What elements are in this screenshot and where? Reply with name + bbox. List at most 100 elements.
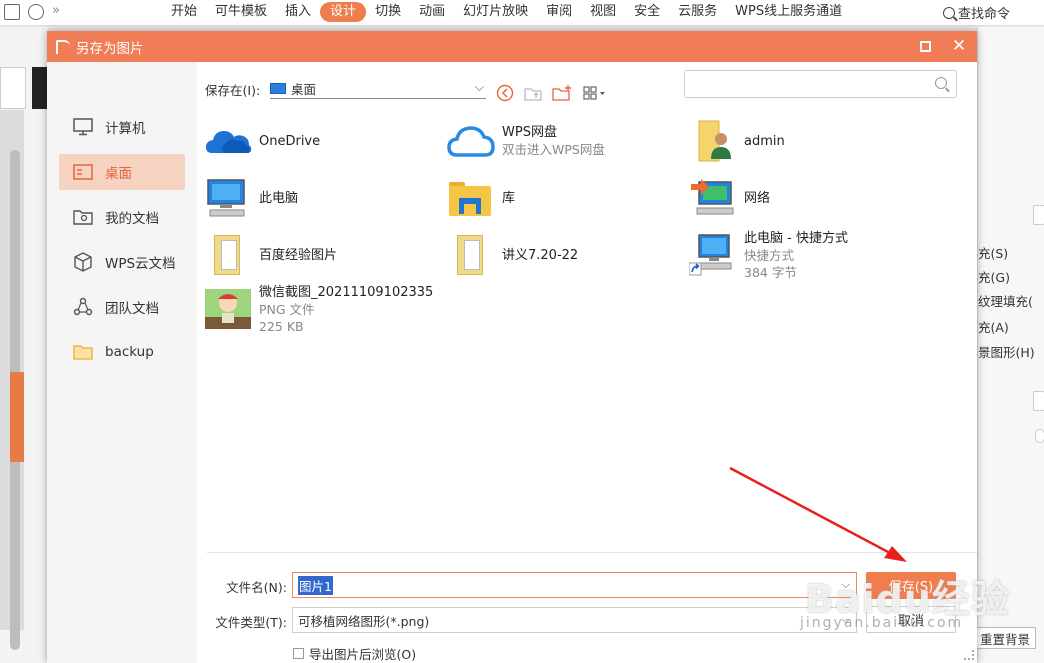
menu-transitions[interactable]: 切换	[366, 2, 410, 22]
menu-animations[interactable]: 动画	[410, 2, 454, 22]
filetype-value: 可移植网络图形(*.png)	[298, 613, 430, 629]
menu-security[interactable]: 安全	[625, 2, 669, 22]
image-thumbnail-icon	[204, 287, 252, 331]
list-item[interactable]: 微信截图_20211109102335 PNG 文件 225 KB	[204, 284, 434, 334]
up-folder-icon[interactable]	[524, 84, 542, 101]
sidebar-item-label: 团队文档	[105, 301, 159, 317]
list-item[interactable]: 网络	[689, 174, 770, 222]
view-mode-icon[interactable]	[583, 84, 609, 100]
menu-templates[interactable]: 可牛模板	[206, 2, 276, 22]
sidebar-item-label: backup	[105, 344, 154, 360]
filetype-label: 文件类型(T):	[215, 615, 287, 630]
wps-logo-icon	[56, 39, 70, 54]
search-input[interactable]	[684, 70, 957, 98]
sidebar-item-team-docs[interactable]: 团队文档	[59, 289, 185, 325]
save-in-select[interactable]: 桌面 ⌵	[270, 78, 486, 99]
team-docs-icon	[73, 297, 93, 317]
places-sidebar: 计算机 桌面 我的文档 WPS云文档 团队文档 backup	[47, 62, 197, 663]
list-item[interactable]: admin	[689, 117, 785, 165]
back-icon[interactable]	[496, 84, 514, 102]
list-item[interactable]: 讲义7.20-22	[447, 231, 578, 279]
wps-cloud-icon	[447, 119, 495, 163]
fill-option[interactable]: 充(A)	[978, 317, 1009, 336]
sidebar-item-label: 计算机	[105, 121, 146, 137]
file-list: OneDrive WPS网盘 双击进入WPS网盘 admin 此电脑 库 网络 …	[197, 111, 977, 551]
filename-input[interactable]: 图片1 ⌵	[292, 572, 857, 598]
file-type: 快捷方式	[744, 247, 795, 263]
menu-home[interactable]: 开始	[162, 2, 206, 22]
file-name: 此电脑 - 快捷方式	[744, 230, 848, 246]
computer-shortcut-icon	[688, 233, 737, 277]
print-preview-icon[interactable]	[28, 4, 44, 20]
computer-icon	[204, 176, 252, 220]
list-item[interactable]: 百度经验图片	[204, 231, 337, 279]
list-item[interactable]: 此电脑 - 快捷方式 快捷方式 384 字节	[688, 230, 848, 280]
checkbox-box[interactable]	[293, 648, 304, 659]
checkbox-label: 导出图片后浏览(O)	[309, 647, 417, 662]
reset-background-button[interactable]: 重置背景	[974, 627, 1036, 649]
sidebar-item-computer[interactable]: 计算机	[59, 109, 185, 145]
panel-control[interactable]	[1033, 205, 1044, 225]
browse-after-export-checkbox[interactable]: 导出图片后浏览(O)	[293, 644, 416, 663]
menu-cloud[interactable]: 云服务	[669, 2, 726, 22]
slide-thumbnail[interactable]	[32, 67, 48, 109]
new-folder-icon[interactable]	[552, 84, 571, 101]
dialog-title: 另存为图片	[76, 40, 144, 57]
watermark-url: jingyan.baidu.com	[800, 615, 964, 631]
search-icon	[935, 77, 947, 89]
menu-review[interactable]: 审阅	[537, 2, 581, 22]
monitor-icon	[73, 117, 93, 137]
more-chevron-icon[interactable]: »	[52, 3, 60, 18]
doc-folder-icon	[447, 233, 495, 277]
file-size: 384 字节	[744, 264, 797, 280]
menu-insert[interactable]: 插入	[276, 2, 320, 22]
fill-option[interactable]: 充(G)	[978, 267, 1010, 286]
menu-wps-online[interactable]: WPS线上服务通道	[726, 2, 851, 22]
selected-slide-marker	[10, 372, 24, 462]
menu-design[interactable]: 设计	[320, 2, 367, 22]
slide-panel-strip	[0, 110, 24, 650]
divider	[207, 552, 977, 553]
slide-thumbnail[interactable]	[0, 67, 26, 109]
file-name: OneDrive	[259, 133, 321, 149]
sidebar-item-my-documents[interactable]: 我的文档	[59, 199, 185, 235]
desktop-icon	[73, 162, 93, 182]
find-command[interactable]: 查找命令	[942, 3, 1010, 22]
file-name: 讲义7.20-22	[502, 247, 579, 263]
ribbon-bar: » 开始 可牛模板 插入 设计 切换 动画 幻灯片放映 审阅 视图 安全 云服务…	[0, 0, 1044, 26]
sidebar-item-backup[interactable]: backup	[59, 334, 185, 370]
panel-control[interactable]	[1033, 391, 1044, 411]
file-type: 双击进入WPS网盘	[502, 142, 605, 157]
list-item[interactable]: 此电脑	[204, 174, 298, 222]
fill-option[interactable]: 纹理填充(	[978, 291, 1033, 310]
my-documents-icon	[73, 207, 93, 227]
sidebar-item-label: 桌面	[105, 166, 132, 182]
library-icon	[447, 176, 495, 220]
fill-option[interactable]: 景图形(H)	[978, 342, 1035, 361]
sidebar-item-wps-cloud[interactable]: WPS云文档	[59, 244, 185, 280]
menu-view[interactable]: 视图	[581, 2, 625, 22]
maximize-icon[interactable]	[916, 37, 934, 55]
list-item[interactable]: OneDrive	[204, 117, 320, 165]
user-folder-icon	[689, 119, 737, 163]
resize-grip-icon[interactable]	[964, 650, 974, 660]
search-icon	[942, 6, 955, 19]
dialog-titlebar: 另存为图片 ✕	[47, 31, 977, 62]
sidebar-item-desktop[interactable]: 桌面	[59, 154, 185, 190]
menu-slideshow[interactable]: 幻灯片放映	[454, 2, 537, 22]
panel-control[interactable]	[1035, 429, 1044, 443]
file-name: 此电脑	[259, 190, 299, 206]
close-icon[interactable]: ✕	[950, 36, 968, 56]
filetype-select[interactable]: 可移植网络图形(*.png) ⌵	[292, 607, 857, 633]
sidebar-item-label: 我的文档	[105, 211, 159, 227]
file-name: 微信截图_20211109102335	[259, 284, 434, 300]
file-icon[interactable]	[4, 4, 20, 20]
list-item[interactable]: WPS网盘 双击进入WPS网盘	[447, 117, 605, 165]
file-name: admin	[744, 133, 785, 149]
onedrive-icon	[204, 119, 252, 163]
folder-icon	[73, 342, 93, 362]
fill-option[interactable]: 充(S)	[978, 243, 1008, 262]
network-icon	[689, 176, 737, 220]
list-item[interactable]: 库	[447, 174, 515, 222]
image-folder-icon	[204, 233, 252, 277]
